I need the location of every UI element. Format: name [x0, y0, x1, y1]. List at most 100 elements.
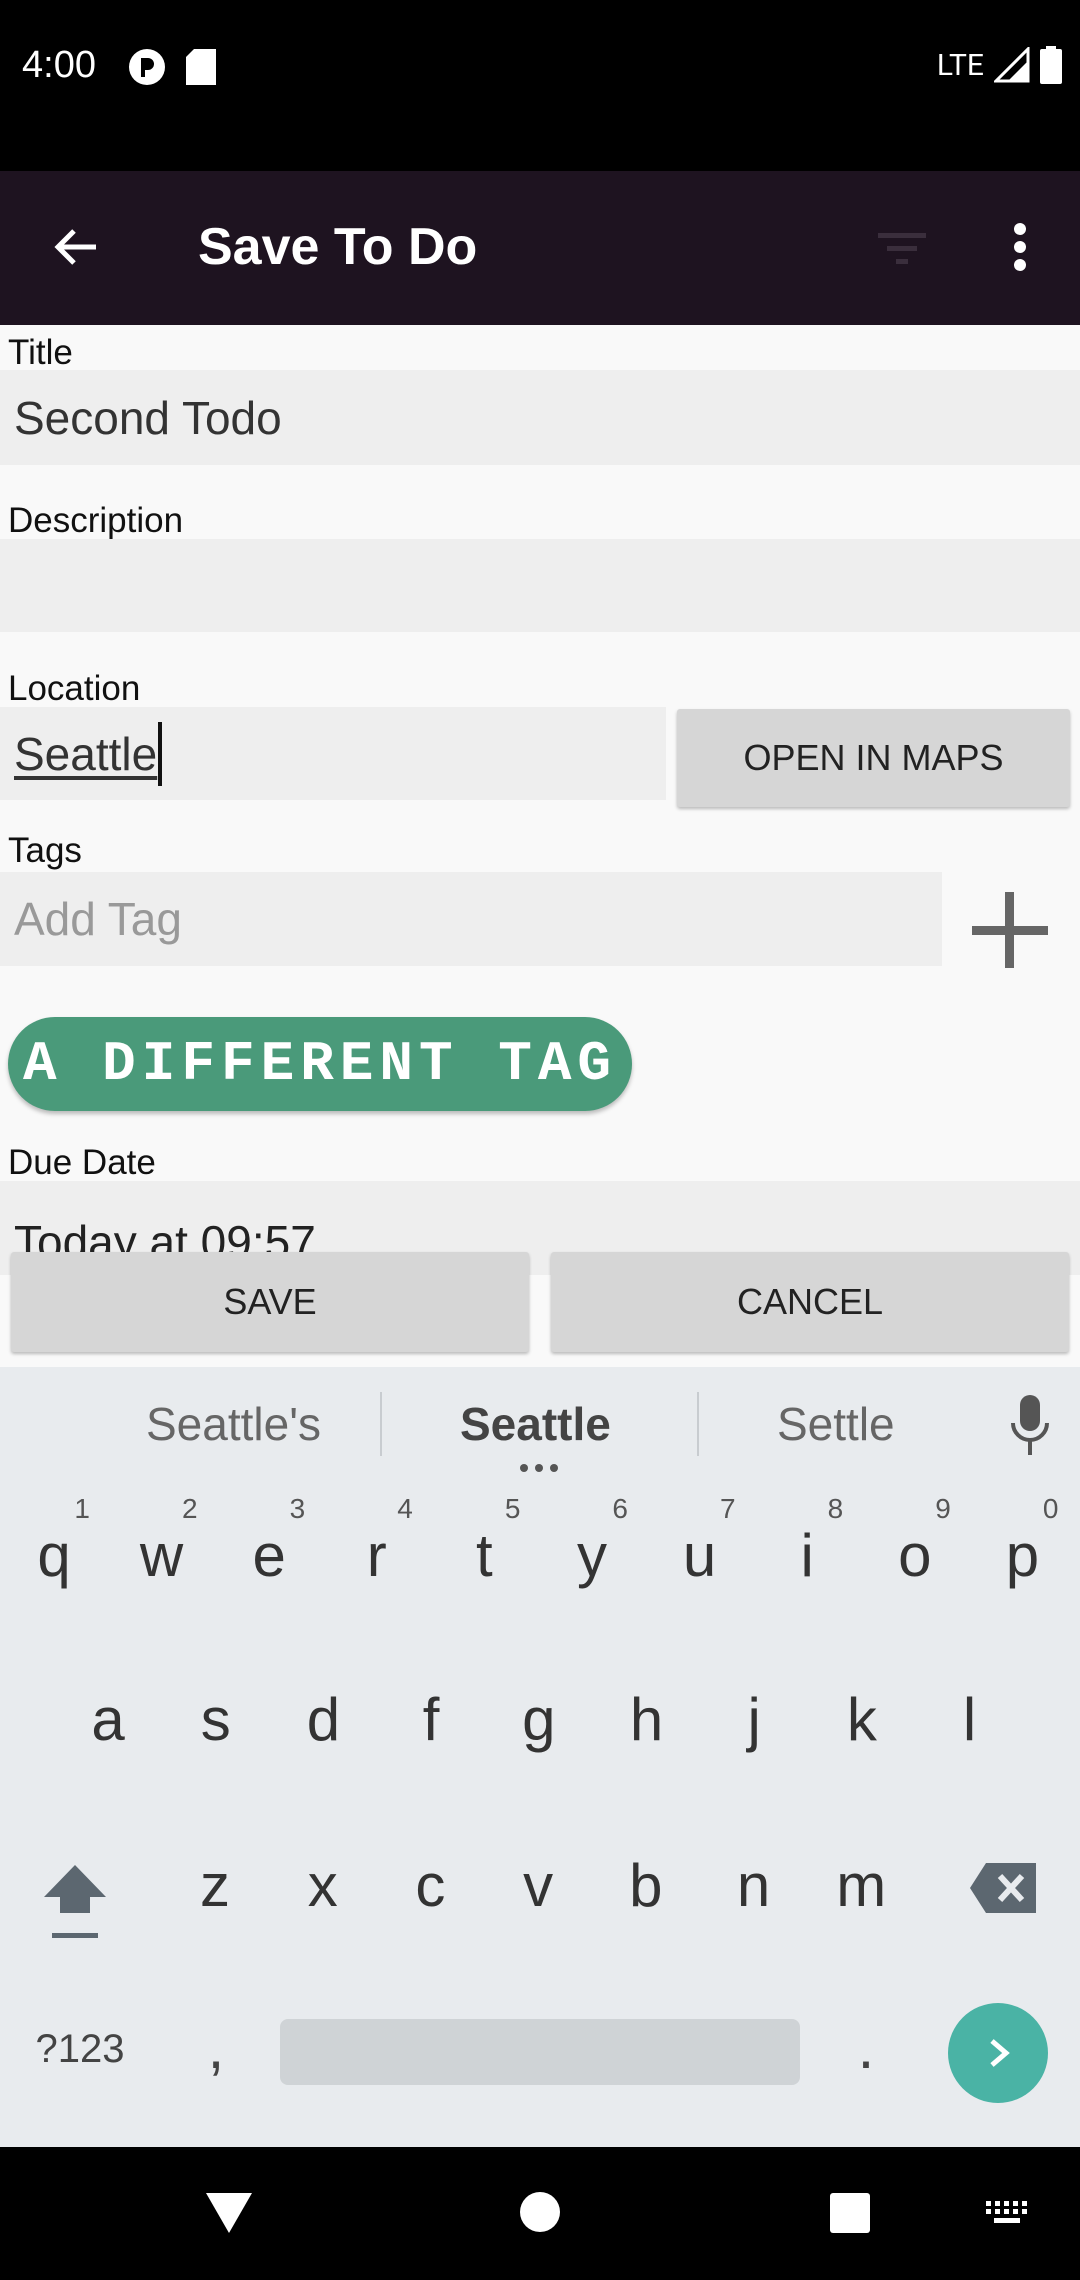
- plus-icon: [972, 892, 1048, 968]
- cancel-button[interactable]: CANCEL: [551, 1252, 1069, 1352]
- next-key[interactable]: [948, 2003, 1048, 2103]
- key-label: y: [577, 1522, 607, 1589]
- key-hint-number: 7: [720, 1493, 736, 1524]
- key-v[interactable]: v: [488, 1851, 588, 1920]
- key-label: i: [800, 1522, 814, 1589]
- back-arrow-icon: [54, 229, 96, 265]
- key-x[interactable]: x: [273, 1851, 373, 1920]
- space-bar[interactable]: [280, 2019, 800, 2085]
- key-d[interactable]: d: [273, 1685, 373, 1754]
- add-tag-placeholder: Add Tag: [14, 893, 182, 945]
- key-m[interactable]: m: [811, 1851, 911, 1920]
- tag-chip[interactable]: A DIFFERENT TAG: [8, 1017, 632, 1111]
- suggestion-center[interactable]: Seattle: [460, 1397, 611, 1451]
- key-c[interactable]: c: [380, 1851, 480, 1920]
- key-z[interactable]: z: [165, 1851, 265, 1920]
- key-p[interactable]: 0p: [972, 1493, 1072, 1590]
- battery-icon: [1040, 46, 1062, 84]
- description-label: Description: [8, 501, 184, 540]
- status-bar: 4:00 LTE: [0, 0, 1080, 171]
- key-r[interactable]: 4r: [327, 1493, 427, 1590]
- soft-keyboard: Seattle's Seattle Settle 1q2w3e4r5t6y7u8…: [0, 1367, 1080, 2147]
- key-h[interactable]: h: [597, 1685, 697, 1754]
- key-hint-number: 5: [504, 1493, 521, 1524]
- suggestion-right[interactable]: Settle: [777, 1397, 895, 1451]
- network-type: LTE: [936, 47, 984, 83]
- page-title: Save To Do: [198, 218, 478, 276]
- add-tag-input[interactable]: Add Tag: [0, 872, 942, 966]
- symbols-key[interactable]: ?123: [30, 2027, 130, 2072]
- app-notification-icon: [129, 49, 165, 85]
- key-f[interactable]: f: [381, 1685, 481, 1754]
- location-label: Location: [8, 669, 141, 708]
- save-button[interactable]: SAVE: [11, 1252, 529, 1352]
- key-s[interactable]: s: [166, 1685, 266, 1754]
- key-hint-number: 0: [1042, 1493, 1059, 1524]
- key-q[interactable]: 1q: [4, 1493, 104, 1590]
- location-value: Seattle: [14, 727, 158, 780]
- key-label: w: [139, 1522, 184, 1589]
- location-input[interactable]: Seattle: [0, 707, 666, 800]
- key-label: e: [252, 1522, 286, 1589]
- title-input[interactable]: Second Todo: [0, 370, 1080, 465]
- backspace-icon[interactable]: [968, 1861, 1038, 1915]
- nav-recents-icon[interactable]: [828, 2191, 872, 2235]
- key-b[interactable]: b: [596, 1851, 696, 1920]
- key-label: p: [1005, 1522, 1040, 1589]
- shift-icon[interactable]: [40, 1861, 110, 1941]
- due-date-label: Due Date: [8, 1143, 156, 1182]
- chevron-right-icon: [990, 2039, 1010, 2067]
- key-w[interactable]: 2w: [112, 1493, 212, 1590]
- title-label: Title: [8, 333, 73, 372]
- key-label: t: [476, 1522, 493, 1589]
- navigation-bar: [0, 2147, 1080, 2280]
- status-time: 4:00: [22, 44, 96, 86]
- suggestion-divider: [697, 1392, 699, 1456]
- key-label: o: [898, 1522, 932, 1589]
- key-a[interactable]: a: [58, 1685, 158, 1754]
- key-hint-number: 8: [827, 1493, 844, 1524]
- nav-home-icon[interactable]: [519, 2191, 561, 2233]
- filter-icon: [878, 233, 926, 264]
- key-label: r: [366, 1522, 387, 1589]
- filter-button[interactable]: [874, 221, 930, 277]
- notification-icons: [128, 48, 216, 86]
- key-hint-number: 4: [397, 1493, 413, 1524]
- more-options-button[interactable]: [996, 215, 1044, 279]
- key-j[interactable]: j: [704, 1685, 804, 1754]
- key-hint-number: 6: [612, 1493, 628, 1524]
- suggestion-strip: Seattle's Seattle Settle: [0, 1367, 1080, 1477]
- nav-back-icon[interactable]: [204, 2189, 254, 2235]
- keyboard-switch-icon[interactable]: [984, 2197, 1030, 2227]
- comma-key[interactable]: ,: [166, 2013, 266, 2082]
- description-input[interactable]: [0, 539, 1080, 632]
- sd-card-icon: [186, 49, 216, 85]
- key-e[interactable]: 3e: [219, 1493, 319, 1590]
- key-g[interactable]: g: [489, 1685, 589, 1754]
- app-bar: Save To Do: [0, 171, 1080, 325]
- key-l[interactable]: l: [920, 1685, 1020, 1754]
- back-button[interactable]: [44, 215, 108, 279]
- key-u[interactable]: 7u: [650, 1493, 750, 1590]
- open-in-maps-button[interactable]: OPEN IN MAPS: [677, 709, 1070, 807]
- signal-icon: [994, 47, 1030, 83]
- key-label: q: [37, 1522, 71, 1589]
- key-label: u: [682, 1522, 717, 1589]
- add-tag-button[interactable]: [960, 880, 1060, 980]
- key-i[interactable]: 8i: [757, 1493, 857, 1590]
- period-key[interactable]: .: [816, 2013, 916, 2082]
- suggestion-left[interactable]: Seattle's: [146, 1397, 321, 1451]
- key-o[interactable]: 9o: [865, 1493, 965, 1590]
- key-hint-number: 3: [289, 1493, 306, 1524]
- key-y[interactable]: 6y: [542, 1493, 642, 1590]
- key-k[interactable]: k: [812, 1685, 912, 1754]
- key-n[interactable]: n: [704, 1851, 804, 1920]
- more-suggestions-icon: [520, 1464, 558, 1472]
- key-t[interactable]: 5t: [434, 1493, 534, 1590]
- key-hint-number: 9: [935, 1493, 951, 1524]
- more-vert-icon: [1014, 223, 1026, 271]
- status-right: LTE: [937, 46, 1062, 84]
- tags-label: Tags: [8, 831, 82, 870]
- key-hint-number: 2: [182, 1493, 198, 1524]
- microphone-icon[interactable]: [1010, 1395, 1050, 1455]
